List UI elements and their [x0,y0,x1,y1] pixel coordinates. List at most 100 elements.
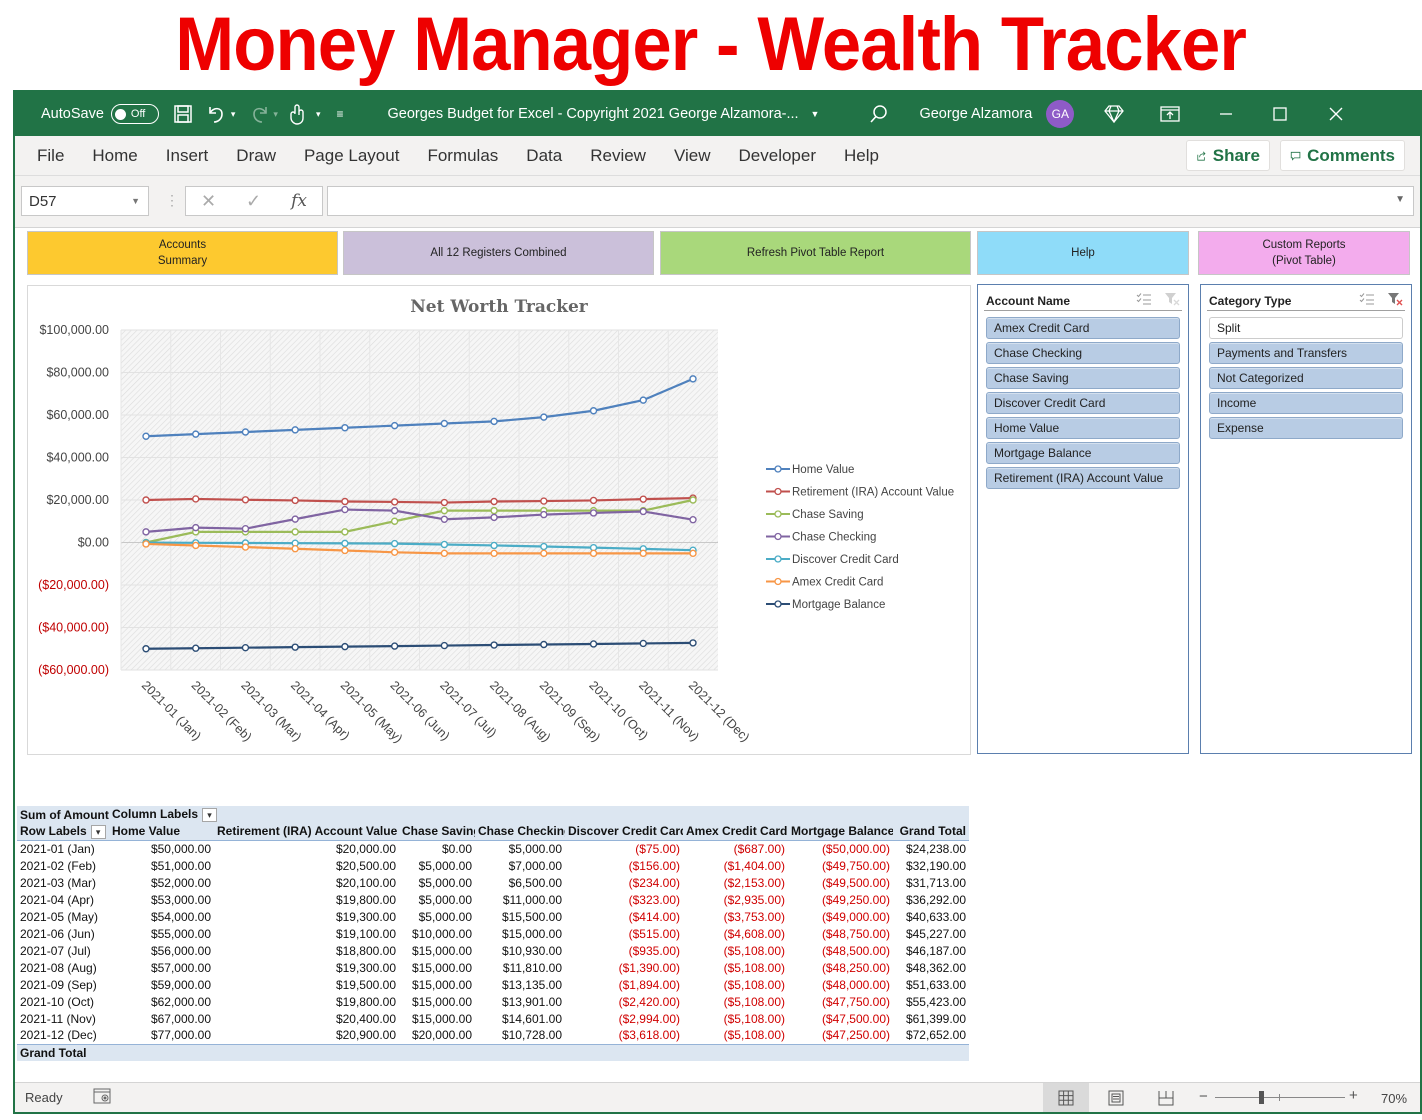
data-point[interactable] [689,639,697,647]
pivot-cell[interactable]: $15,000.00 [399,942,475,959]
pivot-cell[interactable]: $52,000.00 [109,874,214,891]
pivot-cell[interactable]: ($75.00) [565,840,683,857]
pivot-cell[interactable]: $6,500.00 [475,874,565,891]
pivot-row-label[interactable]: 2021-02 (Feb) [17,857,109,874]
pivot-cell[interactable]: $67,000.00 [109,1010,214,1027]
share-button[interactable]: Share [1186,140,1270,171]
pivot-cell[interactable]: $51,000.00 [109,857,214,874]
pivot-cell[interactable]: $10,000.00 [399,925,475,942]
data-point[interactable] [142,645,150,653]
data-point[interactable] [192,523,200,532]
data-point[interactable] [540,413,548,421]
data-point[interactable] [540,640,548,649]
legend-entry[interactable]: Retirement (IRA) Account Value [766,487,954,499]
pivot-cell[interactable]: $19,300.00 [214,959,399,976]
pivot-cell[interactable]: $31,713.00 [893,874,969,891]
column-filter-button[interactable]: ▾ [202,807,218,822]
pivot-column-header[interactable]: Home Value [109,823,214,841]
pivot-cell[interactable]: $10,930.00 [475,942,565,959]
pivot-cell[interactable]: $40,633.00 [893,908,969,925]
pivot-cell[interactable]: ($5,108.00) [683,1010,788,1027]
undo-dropdown-icon[interactable]: ▾ [231,109,236,120]
data-point[interactable] [440,549,449,558]
data-point[interactable] [589,407,598,415]
data-point[interactable] [192,644,200,652]
category-slicer-item[interactable]: Payments and Transfers [1209,342,1403,364]
account-slicer-item[interactable]: Home Value [986,417,1180,439]
pivot-cell[interactable]: $5,000.00 [399,874,475,891]
data-point[interactable] [689,516,697,524]
pivot-row-label[interactable]: 2021-10 (Oct) [17,993,109,1010]
data-point[interactable] [341,642,349,651]
pivot-cell[interactable]: $13,135.00 [475,976,565,993]
pivot-cell[interactable]: ($234.00) [565,874,683,891]
data-point[interactable] [589,640,598,648]
pivot-column-header[interactable]: Mortgage Balance [788,823,893,841]
data-point[interactable] [192,495,200,503]
data-point[interactable] [490,513,498,522]
category-slicer-item[interactable]: Income [1209,392,1403,414]
data-point[interactable] [341,528,349,536]
clear-filter-icon[interactable] [1387,292,1403,306]
pivot-cell[interactable]: ($5,108.00) [683,942,788,959]
pivot-cell[interactable]: $72,652.00 [893,1027,969,1044]
title-dropdown-icon[interactable]: ▼ [811,109,820,119]
pivot-cell[interactable]: ($48,750.00) [788,925,893,942]
pivot-cell[interactable]: ($515.00) [565,925,683,942]
normal-view-button[interactable] [1043,1083,1089,1112]
maximize-icon[interactable] [1272,106,1288,122]
ribbon-display-icon[interactable] [1160,106,1180,122]
category-slicer-item[interactable]: Split [1209,317,1403,339]
pivot-cell[interactable]: ($5,108.00) [683,959,788,976]
account-slicer-item[interactable]: Amex Credit Card [986,317,1180,339]
autosave-toggle[interactable]: Off [110,104,159,124]
tab-home[interactable]: Home [78,146,151,166]
formula-input[interactable]: ▼ [327,186,1414,216]
refresh-pivot-button[interactable]: Refresh Pivot Table Report [660,231,971,275]
comments-button[interactable]: Comments [1280,140,1405,171]
data-point[interactable] [639,495,647,503]
pivot-cell[interactable]: $45,227.00 [893,925,969,942]
zoom-slider[interactable] [1215,1091,1345,1104]
data-point[interactable] [241,496,250,504]
pivot-cell[interactable]: $13,901.00 [475,993,565,1010]
tab-insert[interactable]: Insert [152,146,223,166]
pivot-cell[interactable]: ($50,000.00) [788,840,893,857]
pivot-cell[interactable]: ($3,753.00) [683,908,788,925]
user-avatar[interactable]: GA [1046,100,1075,128]
data-point[interactable] [639,396,647,404]
pivot-column-header[interactable]: Grand Total [893,823,970,841]
page-break-view-button[interactable] [1143,1083,1189,1112]
pivot-cell[interactable]: ($2,153.00) [683,874,788,891]
pivot-cell[interactable]: $11,810.00 [475,959,565,976]
zoom-slider-thumb[interactable] [1258,1091,1264,1104]
pivot-cell[interactable]: $55,423.00 [893,993,969,1010]
pivot-row-label[interactable]: 2021-11 (Nov) [17,1010,109,1027]
data-point[interactable] [490,417,498,426]
name-box[interactable]: D57 ▼ [21,186,149,216]
pivot-cell[interactable]: $62,000.00 [109,993,214,1010]
pivot-row-label[interactable]: 2021-04 (Apr) [17,891,109,908]
pivot-cell[interactable]: $15,000.00 [399,1010,475,1027]
data-point[interactable] [142,528,150,536]
data-point[interactable] [291,643,299,651]
data-point[interactable] [639,639,647,648]
pivot-cell[interactable]: $5,000.00 [399,891,475,908]
pivot-cell[interactable]: $19,800.00 [214,993,399,1010]
net-worth-chart[interactable]: Net Worth Tracker $100,000.00 $80,000.00 $… [27,285,971,755]
pivot-cell[interactable]: $15,000.00 [399,976,475,993]
data-point[interactable] [241,524,250,533]
data-point[interactable] [192,430,200,438]
data-point[interactable] [490,497,498,506]
touch-mode-icon[interactable] [288,103,306,125]
data-point[interactable] [390,642,399,650]
data-point[interactable] [490,541,498,550]
data-point[interactable] [390,517,399,525]
pivot-cell[interactable]: $7,000.00 [475,857,565,874]
legend-entry[interactable]: Mortgage Balance [766,599,885,611]
pivot-cell[interactable]: $51,633.00 [893,976,969,993]
multi-select-icon[interactable] [1136,292,1152,306]
data-point[interactable] [440,506,449,515]
pivot-cell[interactable]: $20,500.00 [214,857,399,874]
pivot-cell[interactable]: $15,000.00 [475,925,565,942]
